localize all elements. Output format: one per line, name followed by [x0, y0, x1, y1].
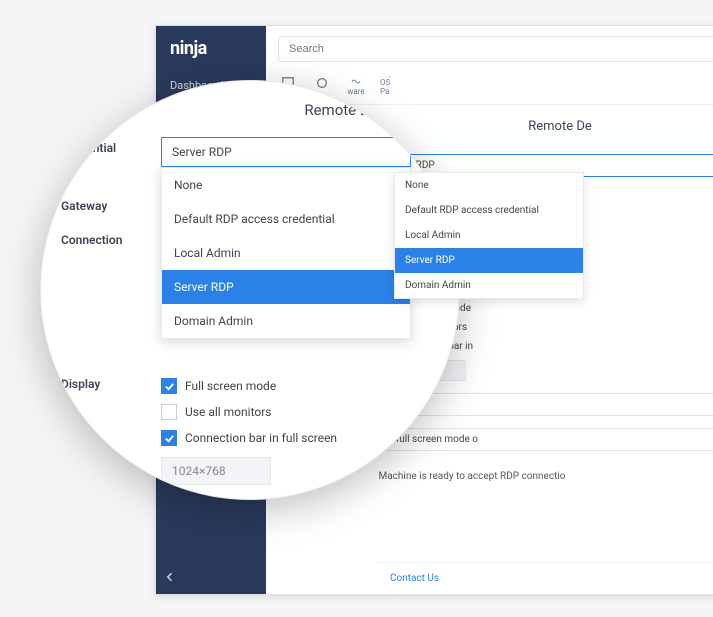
dd-option-none[interactable]: None — [395, 173, 583, 198]
mag-label-credential: Credential — [61, 137, 161, 155]
dd-option-default[interactable]: Default RDP access credential — [395, 198, 583, 223]
mag-dd-default[interactable]: Default RDP access credential — [162, 202, 410, 236]
contact-link[interactable]: Contact Us — [390, 573, 439, 584]
mag-dd-none[interactable]: None — [162, 168, 410, 202]
mag-dd-server[interactable]: Server RDP — [162, 270, 410, 304]
mag-dd-local[interactable]: Local Admin — [162, 236, 410, 270]
mag-dd-domain[interactable]: Domain Admin — [162, 304, 410, 338]
mag-label-connection: Connection — [61, 229, 161, 247]
dd-option-domain[interactable]: Domain Admin — [395, 273, 583, 298]
mag-page-title: Remote De — [40, 80, 460, 129]
mag-check-conn-bar[interactable]: Connection bar in full screen — [161, 425, 411, 451]
footer: Contact Us — [376, 562, 713, 594]
dd-option-local[interactable]: Local Admin — [395, 223, 583, 248]
search-bar — [278, 36, 713, 62]
mag-credential-dropdown: None Default RDP access credential Local… — [161, 167, 411, 339]
credential-dropdown: None Default RDP access credential Local… — [394, 172, 584, 299]
mag-label-gateway: Gateway — [61, 195, 161, 213]
sidebar-collapse-icon[interactable] — [164, 571, 176, 586]
search-input[interactable] — [278, 36, 713, 62]
mag-label-display: Display — [61, 373, 161, 391]
mag-check-fullscreen[interactable]: Full screen mode — [161, 373, 411, 399]
mag-credential-select[interactable]: Server RDP — [161, 137, 411, 167]
brand-logo: ninja — [156, 26, 266, 71]
dd-option-server[interactable]: Server RDP — [395, 248, 583, 273]
mag-resolution-input: 1024×768 — [161, 457, 271, 485]
mag-check-all-monitors[interactable]: Use all monitors — [161, 399, 411, 425]
